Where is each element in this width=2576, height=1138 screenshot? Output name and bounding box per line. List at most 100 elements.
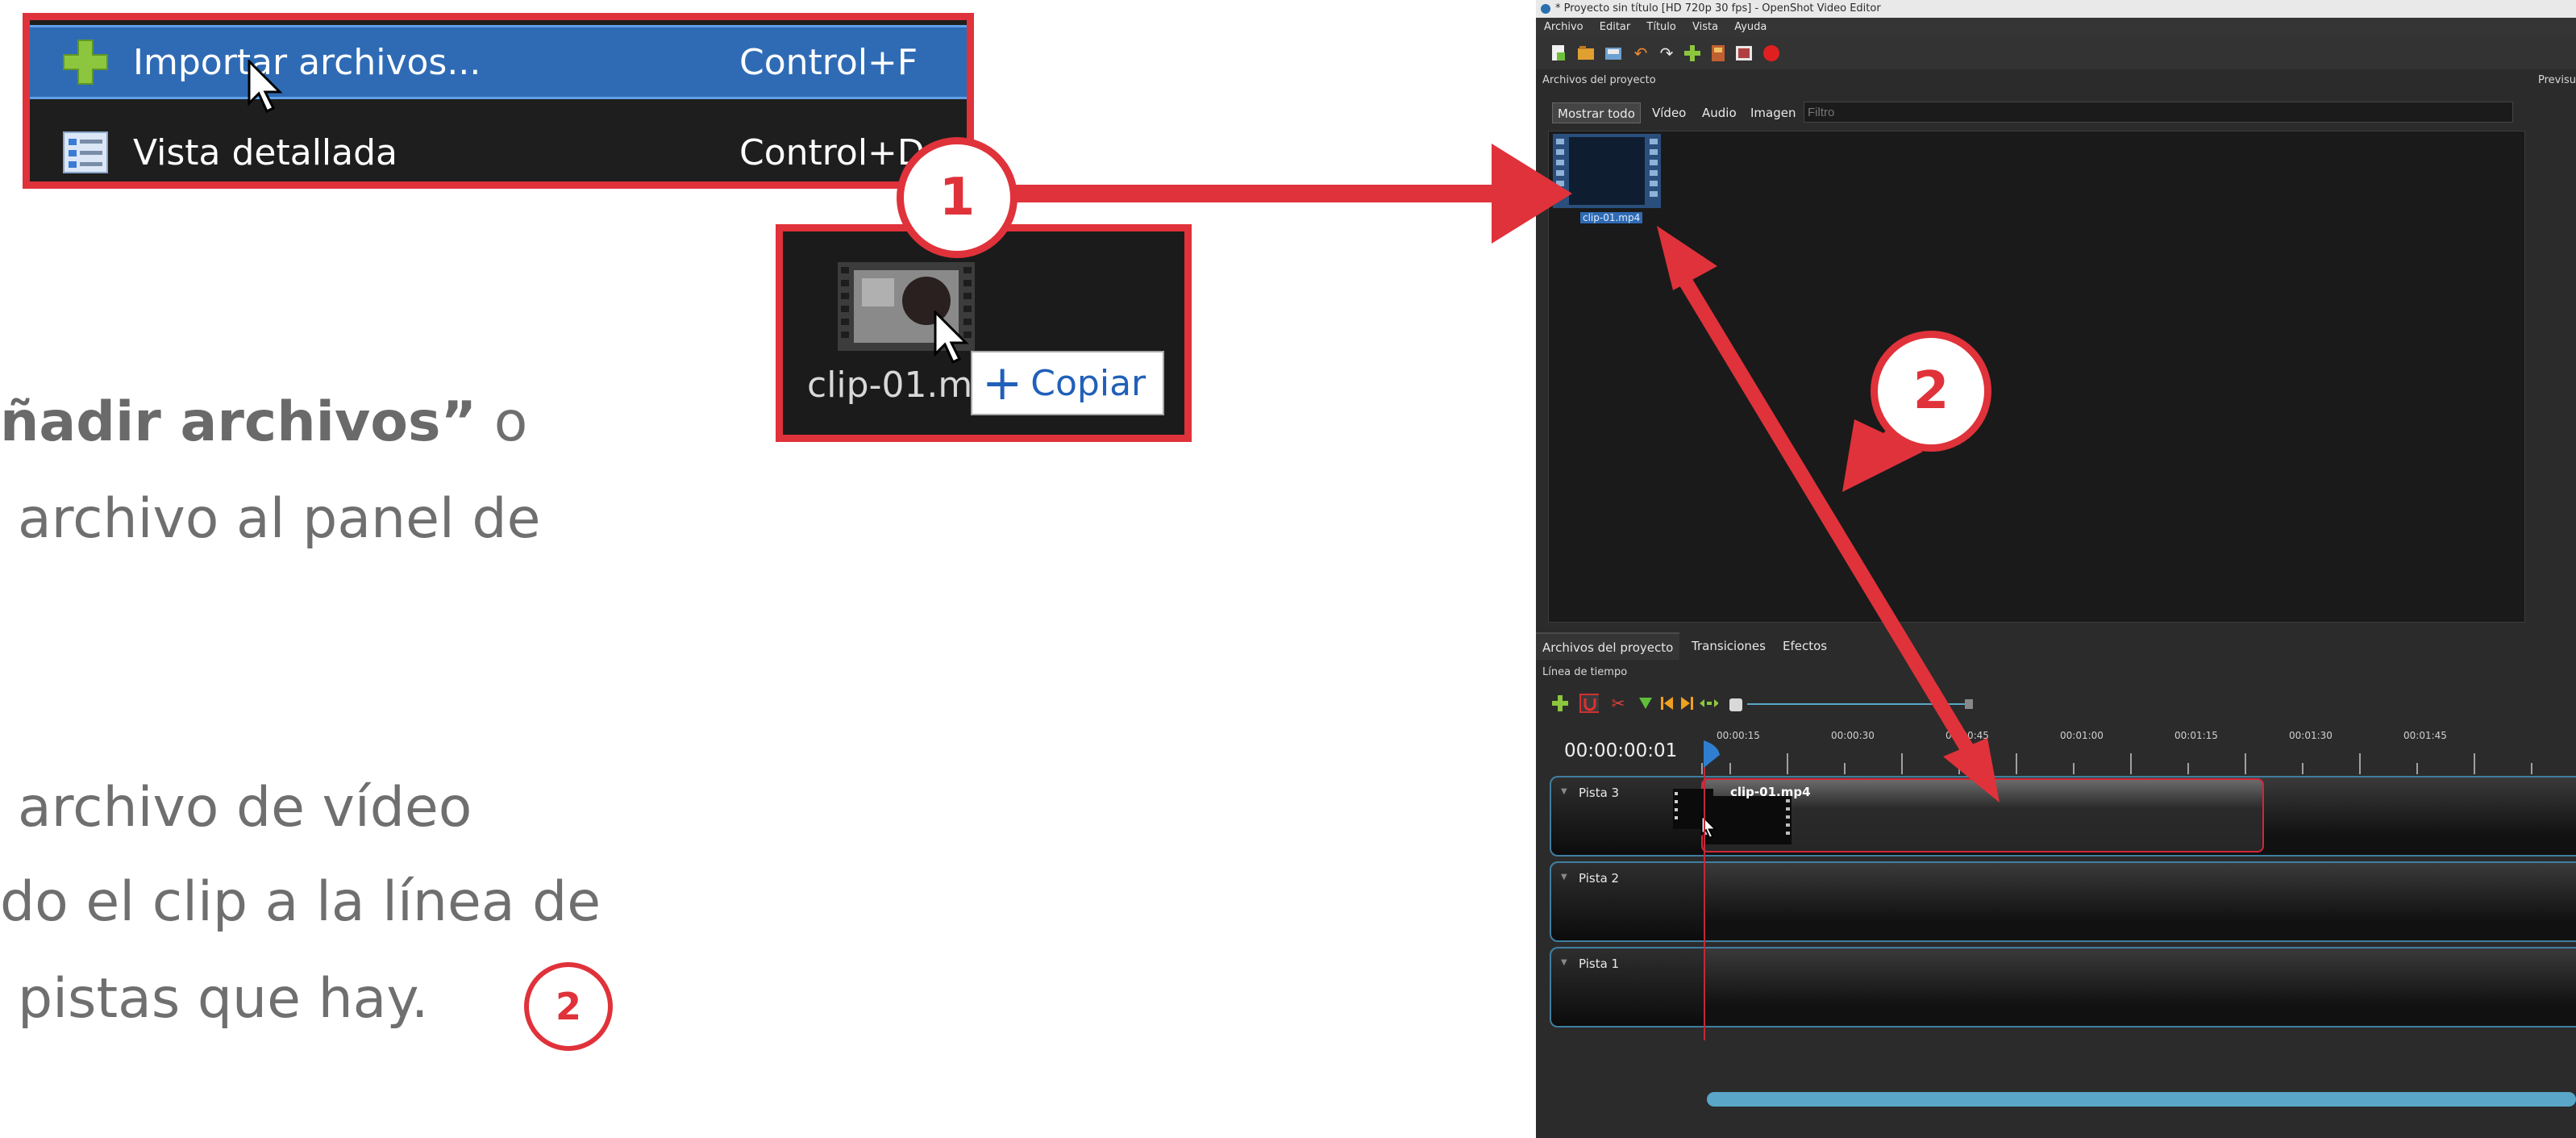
- menu-item-details-shortcut: Control+D: [739, 131, 925, 173]
- step-badge-2: 2: [1871, 331, 1991, 452]
- track-collapse-icon[interactable]: ▼: [1561, 787, 1567, 796]
- save-project-icon[interactable]: [1604, 44, 1623, 63]
- context-menu-callout: Importar archivos... Control+F Vista det…: [23, 13, 974, 189]
- ruler-tick: [2531, 763, 2532, 774]
- plus-icon: [60, 37, 110, 87]
- ruler-label: 00:01:45: [2403, 730, 2447, 741]
- copy-plus-icon: +: [982, 355, 1023, 411]
- menu-item-details-label: Vista detallada: [133, 131, 398, 173]
- ruler-label: 00:00:45: [1946, 730, 1989, 741]
- add-marker-icon[interactable]: [1636, 694, 1655, 713]
- project-files-title: Archivos del proyecto: [1542, 74, 1656, 86]
- app-logo-icon: [1541, 4, 1550, 14]
- drag-cursor-icon: [932, 309, 972, 371]
- ruler-tick: [1901, 753, 1903, 774]
- ruler-tick: [2416, 763, 2418, 774]
- track-label: Pista 2: [1579, 871, 1620, 886]
- previous-marker-icon[interactable]: [1657, 694, 1676, 713]
- timeline-ruler[interactable]: 00:00:15 00:00:30 00:00:45 00:01:00 00:0…: [1701, 726, 2576, 774]
- zoom-slider-handle[interactable]: [1965, 699, 1973, 709]
- details-view-icon: [60, 127, 110, 177]
- ruler-tick: [2245, 753, 2246, 774]
- copy-tooltip-label: Copiar: [1030, 362, 1147, 404]
- track-header: [1551, 863, 1704, 940]
- fullscreen-icon[interactable]: [1734, 44, 1754, 63]
- ruler-tick: [2474, 753, 2475, 774]
- file-item-clip[interactable]: clip-01.mp4: [1553, 134, 1661, 227]
- next-marker-icon[interactable]: [1678, 694, 1697, 713]
- main-toolbar: ↶ ↷: [1536, 37, 2576, 69]
- timecode-display: 00:00:00:01: [1564, 740, 1678, 761]
- tab-mostrar-todo[interactable]: Mostrar todo: [1552, 102, 1641, 123]
- ruler-tick: [2302, 763, 2303, 774]
- import-files-icon[interactable]: [1683, 44, 1702, 63]
- slide-text-line3: archivo de vídeo: [18, 776, 472, 840]
- slide-text-bold: ñadir archivos”: [0, 390, 477, 454]
- razor-icon[interactable]: ✂: [1608, 694, 1628, 713]
- window-title: * Proyecto sin título [HD 720p 30 fps] -…: [1555, 2, 1881, 15]
- slide-text-line2: archivo al panel de: [18, 487, 541, 551]
- menu-item-import[interactable]: Importar archivos... Control+F: [30, 25, 967, 114]
- profile-icon[interactable]: [1708, 44, 1728, 63]
- panel-tabs: Archivos del proyecto Transiciones Efect…: [1536, 632, 2576, 660]
- zoom-slider[interactable]: [1747, 699, 1973, 709]
- ruler-label: 00:01:15: [2174, 730, 2218, 741]
- menu-vista[interactable]: Vista: [1692, 21, 1718, 33]
- slide-text-line4: do el clip a la línea de: [0, 870, 601, 934]
- slide-text-rest: o: [476, 390, 528, 454]
- menu-editar[interactable]: Editar: [1600, 21, 1631, 33]
- ruler-tick: [2130, 753, 2132, 774]
- window-titlebar: * Proyecto sin título [HD 720p 30 fps] -…: [1536, 0, 2576, 18]
- redo-icon[interactable]: ↷: [1657, 44, 1676, 63]
- ruler-tick: [1729, 763, 1731, 774]
- slide-text-line1: ñadir archivos” o: [0, 395, 527, 450]
- ruler-tick: [2016, 753, 2017, 774]
- open-project-icon[interactable]: [1576, 44, 1596, 63]
- ruler-tick: [1787, 753, 1788, 774]
- filter-input[interactable]: [1804, 102, 2513, 123]
- track-header: [1551, 948, 1704, 1026]
- tab-efectos[interactable]: Efectos: [1776, 632, 1833, 660]
- clip-label: clip-01.mp4: [1730, 785, 1811, 799]
- tab-transiciones[interactable]: Transiciones: [1685, 632, 1772, 660]
- new-project-icon[interactable]: [1549, 44, 1568, 63]
- record-icon[interactable]: [1762, 44, 1781, 63]
- tab-video[interactable]: Vídeo: [1647, 102, 1691, 123]
- copy-tooltip: + Copiar: [971, 351, 1164, 415]
- snap-icon[interactable]: [1579, 694, 1599, 713]
- project-files-area[interactable]: clip-01.mp4: [1548, 131, 2525, 623]
- menu-ayuda[interactable]: Ayuda: [1734, 21, 1767, 33]
- track-collapse-icon[interactable]: ▼: [1561, 958, 1567, 967]
- menu-item-import-shortcut: Control+F: [739, 41, 918, 83]
- openshot-window: * Proyecto sin título [HD 720p 30 fps] -…: [1536, 0, 2576, 1138]
- menu-titulo[interactable]: Título: [1646, 21, 1675, 33]
- timeline-clip[interactable]: clip-01.mp4: [1701, 778, 2264, 852]
- menu-item-details[interactable]: Vista detallada Control+D: [30, 115, 967, 190]
- drag-filename: clip-01.mp: [807, 365, 996, 406]
- ruler-tick: [1844, 763, 1846, 774]
- ruler-tick: [2187, 763, 2189, 774]
- ruler-label: 00:01:30: [2289, 730, 2333, 741]
- track-label: Pista 1: [1579, 957, 1620, 971]
- ruler-tick: [2359, 753, 2361, 774]
- preview-title: Previsualización: [2538, 74, 2576, 86]
- menu-archivo[interactable]: Archivo: [1544, 21, 1583, 33]
- menu-item-import-label: Importar archivos...: [133, 41, 481, 83]
- timeline-scrollbar[interactable]: [1707, 1092, 2576, 1107]
- tab-imagen[interactable]: Imagen: [1746, 102, 1800, 123]
- video-file-icon: [1553, 134, 1661, 208]
- filter-bar: Mostrar todo Vídeo Audio Imagen: [1552, 100, 2520, 124]
- track-collapse-icon[interactable]: ▼: [1561, 873, 1567, 882]
- center-playhead-icon[interactable]: [1699, 694, 1718, 713]
- ruler-label: 00:00:30: [1831, 730, 1875, 741]
- playhead-handle-icon[interactable]: [1704, 740, 1721, 771]
- add-track-icon[interactable]: [1550, 694, 1570, 713]
- tab-audio[interactable]: Audio: [1697, 102, 1742, 123]
- tab-archivos-proyecto[interactable]: Archivos del proyecto: [1536, 632, 1680, 660]
- zoom-icon[interactable]: [1726, 695, 1746, 715]
- menubar: Archivo Editar Título Vista Ayuda: [1536, 18, 2576, 37]
- step-badge-small: 2: [524, 962, 613, 1051]
- undo-icon[interactable]: ↶: [1631, 44, 1650, 63]
- ruler-tick: [1958, 763, 1960, 774]
- ruler-tick: [1701, 763, 1703, 774]
